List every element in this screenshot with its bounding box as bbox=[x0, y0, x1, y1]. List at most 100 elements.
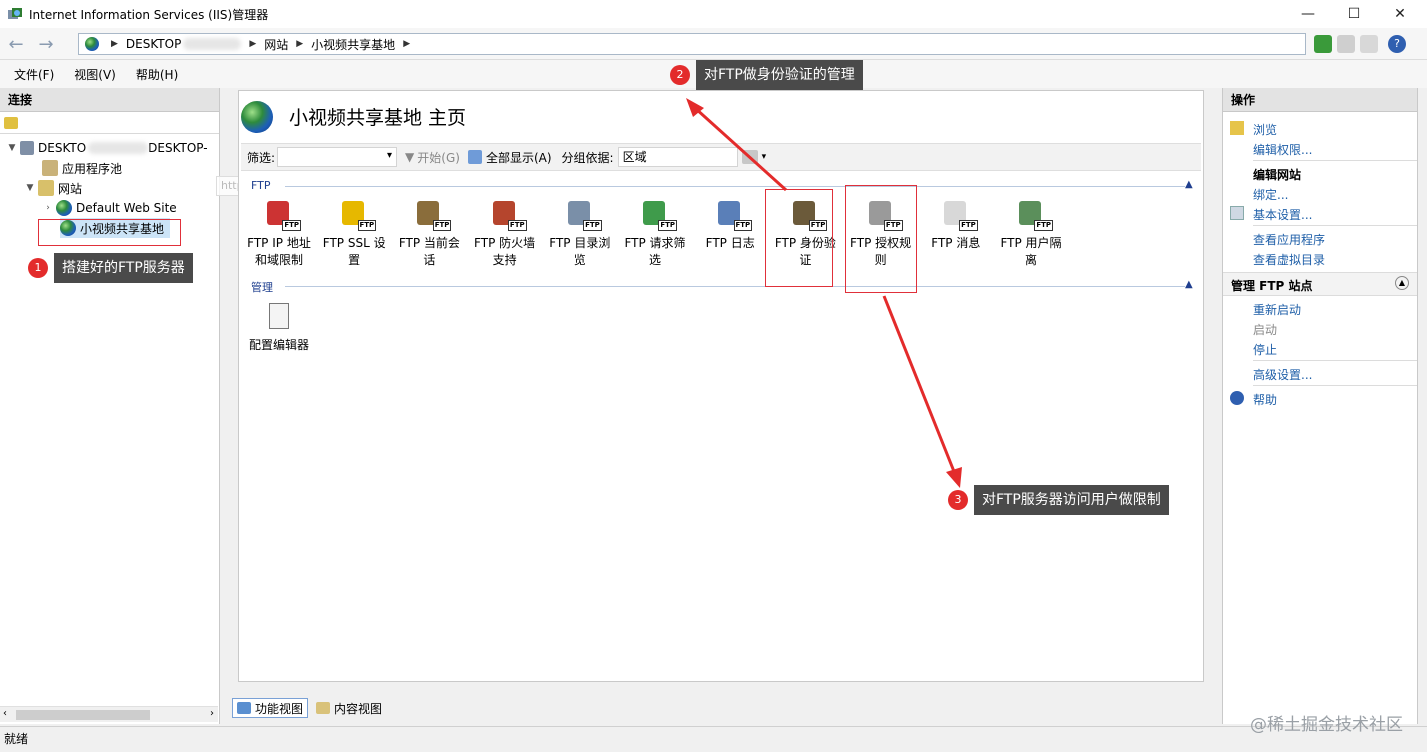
tree-app-pools[interactable]: 应用程序池 bbox=[42, 158, 122, 178]
breadcrumb[interactable]: ▶ DESKTOP ▶ 网站 ▶ 小视频共享基地 ▶ bbox=[78, 33, 1306, 55]
ftp-badge: FTP bbox=[733, 220, 753, 231]
stop-icon[interactable] bbox=[1337, 35, 1355, 53]
show-all-button[interactable]: 全部显示(A) bbox=[467, 149, 552, 166]
highlight-box-ftp-authz bbox=[845, 185, 917, 293]
action-browse[interactable]: 浏览 bbox=[1253, 121, 1277, 138]
tab-features-view[interactable]: 功能视图 bbox=[232, 698, 309, 718]
separator bbox=[1253, 225, 1417, 226]
menu-view[interactable]: 视图(V) bbox=[74, 66, 116, 83]
chevron-right-icon: ▶ bbox=[111, 39, 118, 49]
vertical-scrollbar[interactable] bbox=[1419, 88, 1427, 724]
scrollbar-thumb[interactable] bbox=[16, 710, 150, 720]
chevron-down-icon[interactable]: ▼ bbox=[6, 143, 18, 153]
scroll-left-icon[interactable]: ‹ bbox=[3, 708, 7, 719]
watermark: @稀土掘金技术社区 bbox=[1250, 715, 1403, 735]
start-filter-button[interactable]: ▼ 开始(G) bbox=[405, 149, 460, 166]
breadcrumb-host[interactable]: DESKTOP bbox=[126, 37, 181, 51]
tree-server[interactable]: ▼ DESKTO DESKTOP- bbox=[6, 138, 208, 158]
feature-item[interactable]: FTP FTP 日志 bbox=[694, 199, 766, 252]
iis-app-icon bbox=[8, 8, 22, 19]
chevron-right-icon: ▶ bbox=[403, 39, 411, 49]
annotation-number: 2 bbox=[670, 65, 690, 85]
feature-item[interactable]: FTP FTP 当前会话 bbox=[393, 199, 465, 269]
feature-label: FTP 消息 bbox=[931, 236, 981, 250]
chevron-down-icon[interactable]: ▾ bbox=[762, 152, 767, 162]
action-start[interactable]: 启动 bbox=[1253, 321, 1277, 338]
filter-input[interactable] bbox=[277, 147, 398, 167]
feature-label: 配置编辑器 bbox=[248, 338, 309, 352]
action-help[interactable]: 帮助 bbox=[1253, 391, 1277, 408]
show-all-icon bbox=[467, 150, 482, 164]
feature-label: FTP 当前会 bbox=[398, 236, 460, 250]
feature-item[interactable]: FTP FTP 防火墙 支持 bbox=[469, 199, 541, 269]
action-advanced-settings[interactable]: 高级设置... bbox=[1253, 366, 1312, 383]
feature-label: FTP IP 地址 bbox=[247, 236, 311, 250]
back-button[interactable]: ← bbox=[4, 33, 28, 55]
ftp-feature-icon: FTP bbox=[940, 199, 978, 231]
ftp-feature-icon: FTP bbox=[564, 199, 602, 231]
menu-file[interactable]: 文件(F) bbox=[14, 66, 54, 83]
view-tabs: 功能视图 内容视图 bbox=[232, 698, 390, 718]
annotation-3: 3 对FTP服务器访问用户做限制 bbox=[948, 485, 1169, 515]
feature-config-editor[interactable]: 配置编辑器 bbox=[241, 301, 317, 354]
content-view-icon bbox=[316, 702, 331, 714]
group-by-select[interactable]: 区域 bbox=[617, 147, 738, 167]
new-connection-icon[interactable] bbox=[4, 116, 18, 129]
breadcrumb-sites[interactable]: 网站 bbox=[264, 36, 288, 53]
forward-button[interactable]: → bbox=[34, 33, 58, 55]
action-basic-settings[interactable]: 基本设置... bbox=[1253, 206, 1312, 223]
action-edit-permissions[interactable]: 编辑权限... bbox=[1253, 141, 1312, 158]
close-button[interactable]: ✕ bbox=[1377, 0, 1423, 28]
action-bindings[interactable]: 绑定... bbox=[1253, 186, 1288, 203]
tree-sites[interactable]: ▼ 网站 bbox=[24, 178, 82, 198]
tab-content-view[interactable]: 内容视图 bbox=[312, 698, 386, 718]
action-view-vdirs[interactable]: 查看虚拟目录 bbox=[1253, 251, 1325, 268]
section-divider bbox=[285, 286, 1185, 287]
feature-item[interactable]: FTP FTP 用户隔离 bbox=[995, 199, 1067, 269]
feature-item[interactable]: FTP FTP 请求筛选 bbox=[619, 199, 691, 269]
action-stop[interactable]: 停止 bbox=[1253, 341, 1277, 358]
action-view-apps[interactable]: 查看应用程序 bbox=[1253, 231, 1325, 248]
refresh-icon[interactable] bbox=[1314, 35, 1332, 53]
horizontal-scrollbar[interactable]: ‹ › bbox=[0, 706, 218, 722]
action-restart[interactable]: 重新启动 bbox=[1253, 301, 1301, 318]
breadcrumb-site[interactable]: 小视频共享基地 bbox=[311, 36, 395, 53]
content-area: 小视频共享基地 主页 筛选: ▼开始(G) 全部显示(A) 分组依据: 区域 ▾… bbox=[238, 90, 1204, 682]
feature-label: FTP SSL 设 bbox=[322, 236, 386, 250]
feature-item[interactable]: FTP FTP 消息 bbox=[920, 199, 992, 252]
ftp-badge: FTP bbox=[959, 220, 978, 231]
maximize-button[interactable]: ☐ bbox=[1331, 0, 1377, 28]
view-mode-icon[interactable] bbox=[741, 150, 758, 164]
home-icon[interactable] bbox=[1360, 35, 1378, 53]
globe-icon bbox=[56, 200, 72, 216]
tree-default-site[interactable]: › Default Web Site bbox=[42, 198, 177, 218]
tree-sites-label: 网站 bbox=[58, 181, 83, 196]
feature-label: FTP 日志 bbox=[705, 236, 755, 250]
feature-item[interactable]: FTP FTP SSL 设置 bbox=[318, 199, 390, 269]
ftp-feature-icon: FTP bbox=[263, 199, 301, 231]
section-ftp-label: FTP bbox=[251, 179, 271, 192]
status-bar: 就绪 bbox=[0, 726, 1427, 752]
collapse-icon[interactable]: ▲ bbox=[1185, 279, 1193, 290]
filter-bar: 筛选: ▼开始(G) 全部显示(A) 分组依据: 区域 ▾ bbox=[241, 143, 1201, 171]
collapse-icon[interactable]: ▲ bbox=[1395, 276, 1409, 290]
help-icon[interactable]: ? bbox=[1388, 35, 1406, 53]
collapse-icon[interactable]: ▲ bbox=[1185, 179, 1193, 190]
manage-ftp-label: 管理 FTP 站点 bbox=[1231, 279, 1313, 293]
feature-item[interactable]: FTP FTP IP 地址 和域限制 bbox=[243, 199, 315, 269]
show-all-label: 全部显示(A) bbox=[485, 150, 552, 165]
features-view-icon bbox=[237, 702, 251, 714]
connections-toolbar bbox=[0, 112, 219, 134]
browse-icon bbox=[1230, 121, 1244, 135]
feature-label-line2: 和域限制 bbox=[254, 253, 303, 267]
feature-item[interactable]: FTP FTP 目录浏览 bbox=[544, 199, 616, 269]
chevron-down-icon[interactable]: ▼ bbox=[24, 183, 36, 193]
maximize-icon: ☐ bbox=[1347, 6, 1361, 22]
sites-folder-icon bbox=[38, 180, 54, 196]
scroll-right-icon[interactable]: › bbox=[210, 708, 214, 719]
chevron-right-icon[interactable]: › bbox=[42, 203, 54, 213]
tree-server-suffix: DESKTOP- bbox=[148, 141, 208, 155]
annotation-text: 搭建好的FTP服务器 bbox=[54, 253, 193, 283]
menu-help[interactable]: 帮助(H) bbox=[136, 66, 178, 83]
minimize-button[interactable]: — bbox=[1285, 0, 1331, 28]
